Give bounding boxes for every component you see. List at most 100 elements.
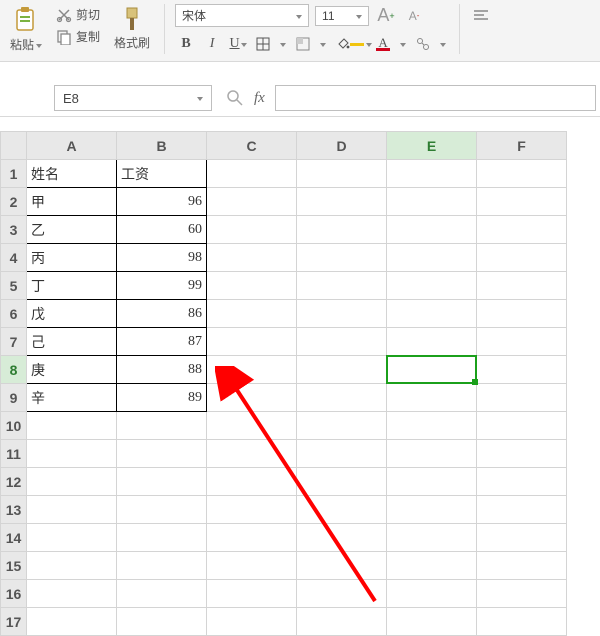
cell-D2[interactable] <box>297 188 387 216</box>
formula-input[interactable] <box>275 85 596 111</box>
cell-E1[interactable] <box>387 160 477 188</box>
cell-B6[interactable]: 86 <box>117 300 207 328</box>
cell-C7[interactable] <box>207 328 297 356</box>
bold-button[interactable]: B <box>175 33 197 55</box>
cell-E6[interactable] <box>387 300 477 328</box>
cell-A15[interactable] <box>27 552 117 580</box>
cell-A13[interactable] <box>27 496 117 524</box>
cell-F17[interactable] <box>477 608 567 636</box>
row-header-6[interactable]: 6 <box>1 300 27 328</box>
row-header-13[interactable]: 13 <box>1 496 27 524</box>
cell-C3[interactable] <box>207 216 297 244</box>
fill-color-button[interactable] <box>333 33 369 55</box>
cell-B8[interactable]: 88 <box>117 356 207 384</box>
format-button[interactable] <box>413 33 449 55</box>
cell-C16[interactable] <box>207 580 297 608</box>
font-name-select[interactable]: 宋体 <box>175 4 309 27</box>
row-header-5[interactable]: 5 <box>1 272 27 300</box>
row-header-7[interactable]: 7 <box>1 328 27 356</box>
cell-D13[interactable] <box>297 496 387 524</box>
cell-B5[interactable]: 99 <box>117 272 207 300</box>
cell-E7[interactable] <box>387 328 477 356</box>
cell-B14[interactable] <box>117 524 207 552</box>
cell-B3[interactable]: 60 <box>117 216 207 244</box>
row-header-3[interactable]: 3 <box>1 216 27 244</box>
cell-D9[interactable] <box>297 384 387 412</box>
cell-A9[interactable]: 辛 <box>27 384 117 412</box>
cell-D4[interactable] <box>297 244 387 272</box>
cell-D11[interactable] <box>297 440 387 468</box>
col-header-D[interactable]: D <box>297 132 387 160</box>
cell-D15[interactable] <box>297 552 387 580</box>
col-header-F[interactable]: F <box>477 132 567 160</box>
cell-B16[interactable] <box>117 580 207 608</box>
cell-F15[interactable] <box>477 552 567 580</box>
format-painter-button[interactable]: 格式刷 <box>110 4 154 53</box>
cell-D10[interactable] <box>297 412 387 440</box>
cell-A4[interactable]: 丙 <box>27 244 117 272</box>
cell-A10[interactable] <box>27 412 117 440</box>
copy-button[interactable]: 复制 <box>52 26 104 47</box>
cell-E5[interactable] <box>387 272 477 300</box>
fx-label[interactable]: fx <box>254 90 265 107</box>
row-header-10[interactable]: 10 <box>1 412 27 440</box>
cell-B4[interactable]: 98 <box>117 244 207 272</box>
cell-A1[interactable]: 姓名 <box>27 160 117 188</box>
cell-E14[interactable] <box>387 524 477 552</box>
cell-A17[interactable] <box>27 608 117 636</box>
col-header-C[interactable]: C <box>207 132 297 160</box>
cell-C2[interactable] <box>207 188 297 216</box>
cell-C11[interactable] <box>207 440 297 468</box>
grid[interactable]: ABCDEF1姓名工资2甲963乙604丙985丁996戊867己878庚889… <box>0 131 567 636</box>
cell-C5[interactable] <box>207 272 297 300</box>
cell-F11[interactable] <box>477 440 567 468</box>
row-header-12[interactable]: 12 <box>1 468 27 496</box>
cell-F10[interactable] <box>477 412 567 440</box>
cell-C9[interactable] <box>207 384 297 412</box>
col-header-E[interactable]: E <box>387 132 477 160</box>
decrease-font-button[interactable]: A- <box>403 5 425 27</box>
cell-F8[interactable] <box>477 356 567 384</box>
cell-B2[interactable]: 96 <box>117 188 207 216</box>
row-header-8[interactable]: 8 <box>1 356 27 384</box>
cell-A8[interactable]: 庚 <box>27 356 117 384</box>
row-header-15[interactable]: 15 <box>1 552 27 580</box>
cell-F6[interactable] <box>477 300 567 328</box>
cell-F9[interactable] <box>477 384 567 412</box>
row-header-9[interactable]: 9 <box>1 384 27 412</box>
cell-E15[interactable] <box>387 552 477 580</box>
cell-E13[interactable] <box>387 496 477 524</box>
italic-button[interactable]: I <box>201 33 223 55</box>
cell-E16[interactable] <box>387 580 477 608</box>
paste-button[interactable]: 粘贴 <box>6 4 46 55</box>
cell-E11[interactable] <box>387 440 477 468</box>
row-header-14[interactable]: 14 <box>1 524 27 552</box>
cell-B13[interactable] <box>117 496 207 524</box>
cell-C14[interactable] <box>207 524 297 552</box>
cell-D3[interactable] <box>297 216 387 244</box>
cell-D14[interactable] <box>297 524 387 552</box>
increase-font-button[interactable]: A+ <box>375 5 397 27</box>
row-header-11[interactable]: 11 <box>1 440 27 468</box>
underline-button[interactable]: U <box>227 33 249 55</box>
cell-F14[interactable] <box>477 524 567 552</box>
cell-D17[interactable] <box>297 608 387 636</box>
cell-C4[interactable] <box>207 244 297 272</box>
cell-D12[interactable] <box>297 468 387 496</box>
cell-E9[interactable] <box>387 384 477 412</box>
cell-D5[interactable] <box>297 272 387 300</box>
row-header-16[interactable]: 16 <box>1 580 27 608</box>
cell-C8[interactable] <box>207 356 297 384</box>
cell-E3[interactable] <box>387 216 477 244</box>
row-header-17[interactable]: 17 <box>1 608 27 636</box>
cell-A7[interactable]: 己 <box>27 328 117 356</box>
cell-F12[interactable] <box>477 468 567 496</box>
cell-B11[interactable] <box>117 440 207 468</box>
cell-D1[interactable] <box>297 160 387 188</box>
cell-E4[interactable] <box>387 244 477 272</box>
cut-button[interactable]: 剪切 <box>52 4 104 25</box>
search-icon[interactable] <box>226 89 244 107</box>
cell-C10[interactable] <box>207 412 297 440</box>
cell-F7[interactable] <box>477 328 567 356</box>
cell-D6[interactable] <box>297 300 387 328</box>
